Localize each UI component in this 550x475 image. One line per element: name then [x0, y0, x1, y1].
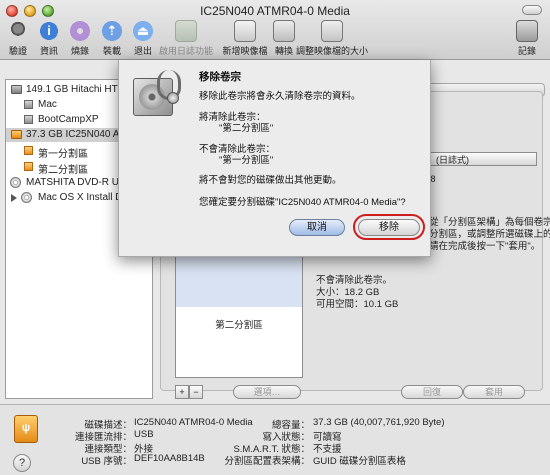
sidebar-item-label: Mac	[38, 99, 57, 110]
volume-icon	[24, 146, 33, 155]
external-disk-icon	[11, 130, 22, 139]
partition-map[interactable]: 第二分割區	[175, 252, 303, 378]
new-image-icon	[234, 20, 256, 42]
minus-icon: −	[193, 387, 199, 397]
dialog-title: 移除卷宗	[199, 71, 241, 83]
info-icon: i	[38, 20, 60, 42]
options-label: 選項…	[253, 387, 281, 397]
available-space-label: 可用空間：10.1 GB	[316, 299, 399, 310]
usb-serial-key: USB 序號：	[81, 456, 132, 467]
plus-icon: +	[179, 387, 185, 397]
usb-serial-value: DEF10AA8B14B	[134, 453, 205, 464]
window-title: IC25N040 ATMR04-0 Media	[200, 4, 350, 18]
log-icon	[516, 20, 538, 42]
resize-image-button[interactable]: 調整映像檔的大小	[296, 20, 368, 57]
format-popup[interactable]: (日誌式)	[429, 152, 537, 166]
revert-label: 回復	[422, 387, 441, 397]
partition-map-label: 第二分割區	[215, 320, 263, 331]
options-button[interactable]: 選項…	[233, 385, 301, 399]
disk-info-bar: ψ 磁碟描述： IC25N040 ATMR04-0 Media 連接匯流排： U…	[0, 404, 550, 475]
journal-label: 啟用日誌功能	[158, 46, 213, 56]
disk-utility-window: IC25N040 ATMR04-0 Media 驗證 i 資訊 燒錄 ⇡ 裝載 …	[0, 0, 550, 475]
partition-scheme-value: GUID 磁碟分割區表格	[313, 456, 406, 467]
volume-icon	[24, 162, 33, 171]
disk-utility-icon	[129, 68, 183, 122]
apply-label: 套用	[484, 387, 503, 397]
format-value: (日誌式)	[436, 155, 469, 165]
hard-disk-icon	[11, 85, 22, 94]
dialog-will-erase-name: "第二分割區"	[219, 123, 274, 134]
resize-image-icon	[321, 20, 343, 42]
sidebar-item-label: BootCampXP	[38, 114, 99, 125]
volume-icon	[24, 100, 33, 109]
partition-scheme-key: 分割區配置表架構：	[224, 456, 310, 467]
apply-button[interactable]: 套用	[463, 385, 525, 399]
dialog-will-not-erase-name: "第一分割區"	[219, 155, 274, 166]
volume-icon	[24, 115, 33, 124]
dialog-confirm: 您確定要分割磁碟"IC25N040 ATMR04-0 Media"?	[199, 197, 406, 208]
cancel-label: 取消	[307, 222, 327, 233]
usb-disk-icon: ψ	[14, 415, 38, 443]
bus-value: USB	[134, 429, 154, 440]
capacity-value: 37.3 GB (40,007,761,920 Byte)	[313, 417, 445, 428]
remove-partition-button[interactable]: −	[189, 385, 203, 399]
dialog-others-note: 將不會對您的磁碟做出其他更動。	[199, 175, 342, 186]
sidebar-item-label: 第二分割區	[38, 165, 88, 174]
sidebar-item-label: 149.1 GB Hitachi HTS5	[26, 84, 130, 95]
dialog-warning: 移除此卷宗將會永久清除卷宗的資料。	[199, 91, 361, 102]
burn-disc-icon	[69, 20, 91, 42]
toolbar-toggle-button[interactable]	[522, 5, 542, 15]
remove-button[interactable]: 移除	[358, 219, 420, 236]
help-icon: ?	[18, 457, 26, 469]
journal-icon	[175, 20, 197, 42]
remove-volume-dialog: 移除卷宗 移除此卷宗將會永久清除卷宗的資料。 將清除此卷宗： "第二分割區" 不…	[118, 60, 431, 257]
eject-icon: ⏏	[132, 20, 154, 42]
description-line-3: 請在完成後按一下"套用"。	[429, 241, 541, 252]
help-button[interactable]: ?	[13, 454, 31, 472]
cancel-button[interactable]: 取消	[289, 219, 345, 236]
revert-button[interactable]: 回復	[401, 385, 463, 399]
optical-drive-icon	[10, 177, 21, 188]
dvd-disc-icon	[21, 192, 32, 203]
log-button[interactable]: 記錄	[505, 20, 549, 57]
log-label: 記錄	[517, 46, 536, 56]
convert-icon	[273, 20, 295, 42]
second-partition-block[interactable]: 第二分割區	[176, 307, 302, 377]
enable-journaling-button[interactable]: 啟用日誌功能	[158, 20, 214, 57]
sidebar-item-label: 第一分割區	[38, 149, 88, 158]
sidebar-item-label: MATSHITA DVD-R UJ-	[26, 177, 128, 188]
mount-icon: ⇡	[101, 20, 123, 42]
size-value: 8	[430, 174, 436, 184]
resize-image-label: 調整映像檔的大小	[296, 46, 369, 56]
microscope-icon	[7, 20, 29, 42]
disclosure-triangle-icon[interactable]	[11, 194, 17, 202]
remove-label: 移除	[379, 222, 399, 233]
add-partition-button[interactable]: +	[175, 385, 189, 399]
title-toolbar: IC25N040 ATMR04-0 Media 驗證 i 資訊 燒錄 ⇡ 裝載 …	[0, 0, 550, 60]
